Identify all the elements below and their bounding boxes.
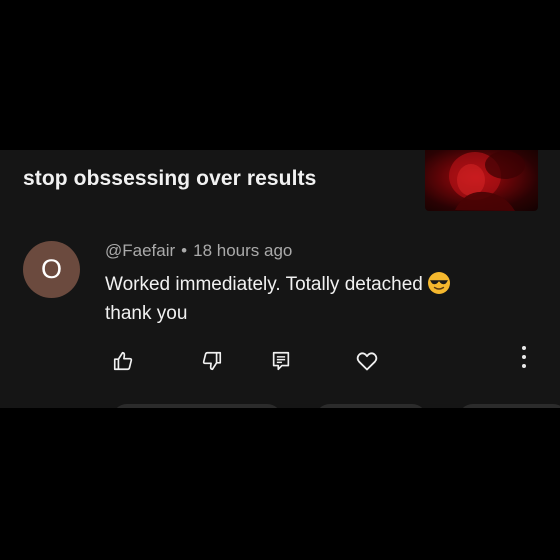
comment-panel: stop obssessing over results O @Faefair •… [0,150,560,408]
chip[interactable] [315,404,427,408]
like-button[interactable] [110,348,136,374]
more-vertical-icon-dot [522,346,526,350]
avatar[interactable]: O [23,241,80,298]
comment-text-line2: thank you [105,303,188,324]
sunglasses-emoji-icon [427,271,451,295]
comment-text: Worked immediately. Totally detached tha… [105,270,525,328]
reply-button[interactable] [268,348,294,374]
dislike-button[interactable] [199,348,225,374]
video-title[interactable]: stop obssessing over results [23,167,316,191]
more-options-button[interactable] [516,346,532,368]
more-vertical-icon-dot [522,364,526,368]
comment-text-line1: Worked immediately. Totally detached [105,274,423,295]
chip[interactable] [458,404,560,408]
thumbs-up-icon [113,351,133,371]
chip[interactable] [112,404,282,408]
heart-icon [356,352,378,371]
meta-separator: • [181,241,188,260]
heart-button[interactable] [354,348,380,374]
comment-time: 18 hours ago [193,241,293,260]
screen: stop obssessing over results O @Faefair •… [0,0,560,560]
comment-author[interactable]: @Faefair [105,241,175,260]
more-vertical-icon-dot [522,355,526,359]
thumbs-down-icon [202,351,222,371]
reply-comment-icon [272,351,290,371]
comment-meta: @Faefair • 18 hours ago [105,241,292,261]
video-thumbnail[interactable] [425,150,538,211]
